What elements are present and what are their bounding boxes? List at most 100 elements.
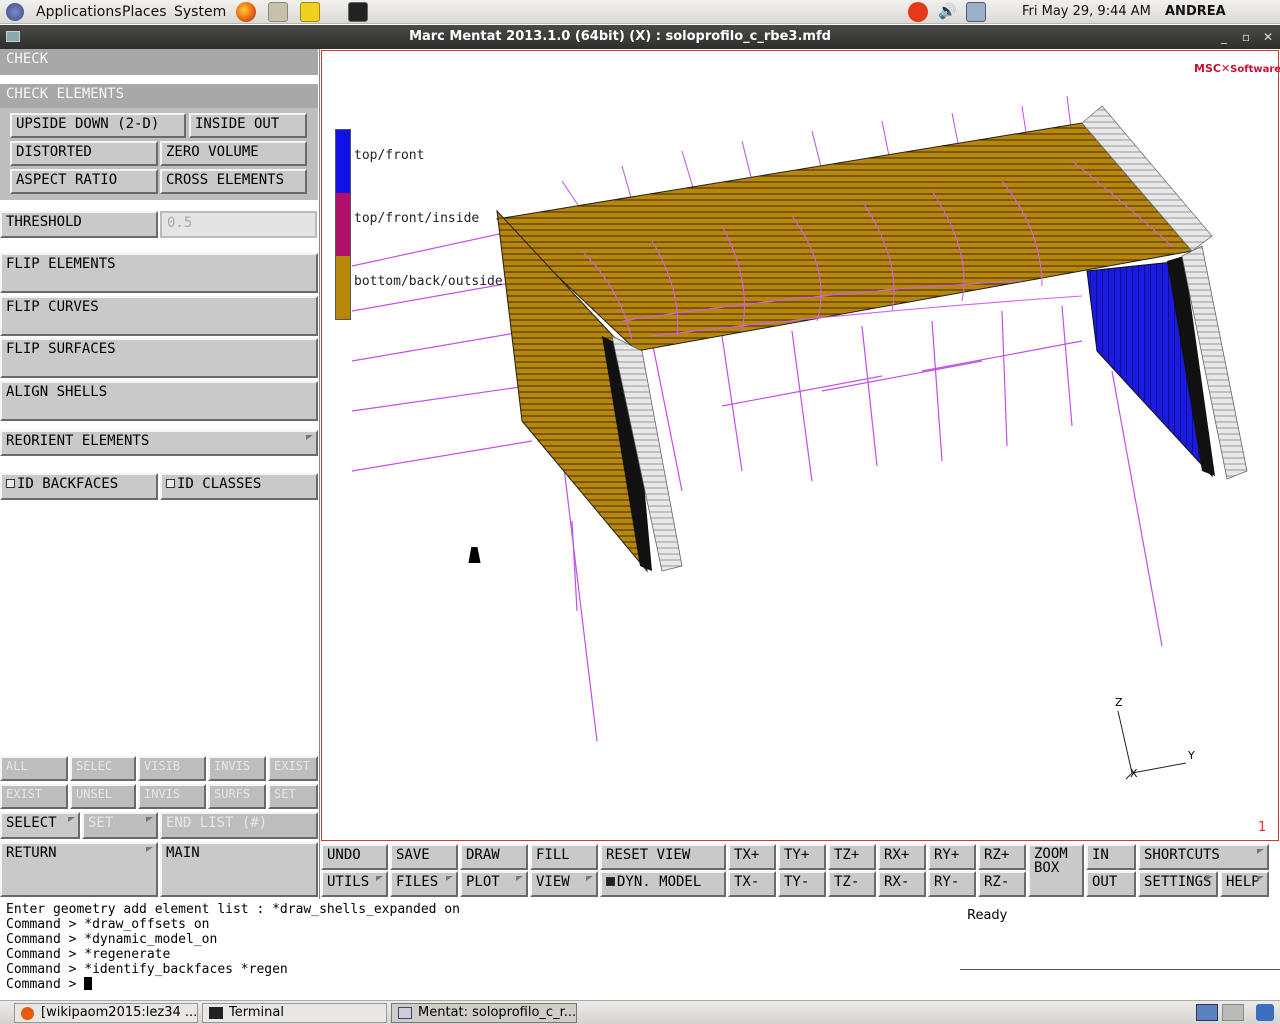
shortcuts-button[interactable]: SHORTCUTS <box>1138 844 1269 870</box>
view-button[interactable]: VIEW <box>530 871 598 897</box>
rz-minus-button[interactable]: RZ- <box>978 871 1026 897</box>
taskbar-firefox-label: [wikipaom2015:lez34 ... <box>41 1005 198 1020</box>
undo-button[interactable]: UNDO <box>321 844 388 870</box>
reset-view-button[interactable]: RESET VIEW <box>600 844 726 870</box>
dyn-model-checkbox[interactable] <box>606 877 615 886</box>
user-name[interactable]: ANDREA FATTINI <box>1165 0 1280 43</box>
clock[interactable]: Fri May 29, 9:44 AM <box>1022 0 1151 24</box>
taskbar-mentat[interactable]: Mentat: soloprofilo_c_r... <box>391 1003 577 1023</box>
select-unselect-button[interactable]: UNSEL <box>70 784 136 809</box>
select-button[interactable]: SELECT <box>0 812 80 839</box>
applications-menu[interactable]: Applications <box>36 0 122 24</box>
flip-curves-button[interactable]: FLIP CURVES <box>0 296 318 336</box>
id-classes-checkbox[interactable] <box>166 479 175 488</box>
select-set-button[interactable]: SET <box>268 784 318 809</box>
tz-plus-button[interactable]: TZ+ <box>828 844 876 870</box>
select-exist-button[interactable]: EXIST <box>268 756 318 781</box>
window-titlebar[interactable]: Marc Mentat 2013.1.0 (64bit) (X) : solop… <box>0 25 1280 49</box>
ry-minus-button[interactable]: RY- <box>928 871 976 897</box>
flip-elements-button[interactable]: FLIP ELEMENTS <box>0 253 318 293</box>
network-icon[interactable] <box>966 2 986 22</box>
set-button[interactable]: SET <box>82 812 158 839</box>
axis-triad <box>1117 710 1187 780</box>
check-header: CHECK <box>0 49 318 75</box>
dyn-model-toggle[interactable]: DYN. MODEL <box>600 871 726 897</box>
text-editor-icon[interactable] <box>300 2 320 22</box>
ty-minus-button[interactable]: TY- <box>778 871 826 897</box>
volume-icon[interactable]: 🔊 <box>938 2 957 20</box>
msc-software-text: Software <box>1230 64 1280 75</box>
select-invis2-button[interactable]: INVIS <box>138 784 206 809</box>
mentat-task-icon <box>398 1007 412 1019</box>
taskbar-firefox[interactable]: [wikipaom2015:lez34 ... <box>14 1003 198 1023</box>
maximize-icon[interactable]: ▫ <box>1238 29 1254 45</box>
id-classes-toggle[interactable]: ID CLASSES <box>160 473 318 500</box>
inside-out-button[interactable]: INSIDE OUT <box>189 113 307 138</box>
tx-plus-button[interactable]: TX+ <box>728 844 776 870</box>
plot-button[interactable]: PLOT <box>460 871 528 897</box>
update-notifier-icon[interactable] <box>908 2 928 22</box>
select-exist2-button[interactable]: EXIST <box>0 784 68 809</box>
save-button[interactable]: SAVE <box>390 844 458 870</box>
workspace-2-icon[interactable] <box>1222 1004 1244 1021</box>
tz-minus-button[interactable]: TZ- <box>828 871 876 897</box>
mail-icon[interactable] <box>268 2 288 22</box>
zoom-in-button[interactable]: IN <box>1086 844 1136 870</box>
id-backfaces-toggle[interactable]: ID BACKFACES <box>0 473 158 500</box>
window-title: Marc Mentat 2013.1.0 (64bit) (X) : solop… <box>409 29 831 44</box>
minimize-icon[interactable]: _ <box>1216 29 1232 45</box>
utils-button[interactable]: UTILS <box>321 871 388 897</box>
select-surfs-button[interactable]: SURFS <box>208 784 266 809</box>
ry-plus-button[interactable]: RY+ <box>928 844 976 870</box>
aspect-ratio-button[interactable]: ASPECT RATIO <box>10 169 158 194</box>
rz-plus-button[interactable]: RZ+ <box>978 844 1026 870</box>
flip-surfaces-button[interactable]: FLIP SURFACES <box>0 338 318 378</box>
command-console[interactable]: Enter geometry add element list : *draw_… <box>0 900 960 1000</box>
select-selected-button[interactable]: SELEC <box>70 756 136 781</box>
graphics-viewport[interactable]: top/front top/front/inside bottom/back/o… <box>321 50 1280 841</box>
trash-icon[interactable] <box>1256 1004 1274 1021</box>
taskbar-terminal[interactable]: Terminal <box>202 1003 387 1023</box>
main-button[interactable]: MAIN <box>160 842 318 897</box>
id-backfaces-checkbox[interactable] <box>6 479 15 488</box>
return-button[interactable]: RETURN <box>0 842 158 897</box>
places-menu[interactable]: Places <box>122 0 167 24</box>
command-input-line[interactable]: Command > <box>6 977 954 992</box>
zoom-box-button[interactable]: ZOOM BOX <box>1028 844 1084 897</box>
end-list-button[interactable]: END LIST (#) <box>160 812 318 839</box>
msc-logo-swoosh-icon: ✕ <box>1220 62 1231 75</box>
settings-button[interactable]: SETTINGS <box>1138 871 1218 897</box>
draw-button[interactable]: DRAW <box>460 844 528 870</box>
text-cursor <box>84 977 93 990</box>
align-shells-button[interactable]: ALIGN SHELLS <box>0 381 318 421</box>
files-button[interactable]: FILES <box>390 871 458 897</box>
select-invisible-button[interactable]: INVIS <box>208 756 266 781</box>
terminal-launcher-icon[interactable] <box>348 2 368 22</box>
zero-volume-button[interactable]: ZERO VOLUME <box>160 141 307 166</box>
rx-plus-button[interactable]: RX+ <box>878 844 926 870</box>
command-prompt: Command > <box>6 977 85 992</box>
cross-elements-button[interactable]: CROSS ELEMENTS <box>160 169 307 194</box>
threshold-input[interactable]: 0.5 <box>160 211 317 238</box>
select-all-button[interactable]: ALL <box>0 756 68 781</box>
model-view[interactable] <box>322 51 1278 840</box>
distorted-button[interactable]: DISTORTED <box>10 141 158 166</box>
close-icon[interactable]: ✕ <box>1260 29 1276 45</box>
gnome-foot-icon[interactable] <box>6 3 24 21</box>
ty-plus-button[interactable]: TY+ <box>778 844 826 870</box>
system-menu[interactable]: System <box>174 0 226 24</box>
zoom-out-button[interactable]: OUT <box>1086 871 1136 897</box>
help-button[interactable]: HELP <box>1220 871 1269 897</box>
select-visible-button[interactable]: VISIB <box>138 756 206 781</box>
reorient-elements-button[interactable]: REORIENT ELEMENTS <box>0 430 318 456</box>
threshold-button[interactable]: THRESHOLD <box>0 211 158 238</box>
left-menu-panel: CHECK CHECK ELEMENTS UPSIDE DOWN (2-D) I… <box>0 49 320 899</box>
rx-minus-button[interactable]: RX- <box>878 871 926 897</box>
firefox-icon[interactable] <box>236 2 256 22</box>
msc-software-logo: MSC✕Software <box>1194 62 1280 75</box>
workspace-1-icon[interactable] <box>1196 1004 1218 1021</box>
legend-label-top-front: top/front <box>354 148 425 163</box>
fill-button[interactable]: FILL <box>530 844 598 870</box>
tx-minus-button[interactable]: TX- <box>728 871 776 897</box>
upside-down-button[interactable]: UPSIDE DOWN (2-D) <box>10 113 186 138</box>
